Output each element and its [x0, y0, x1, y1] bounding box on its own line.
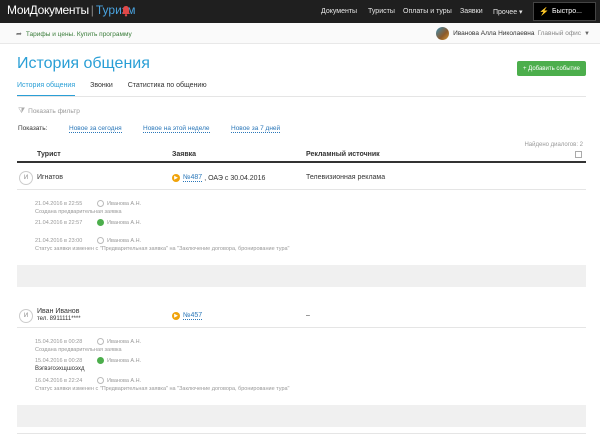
event-text: Статус заявки изменен с "Предварительная… [35, 246, 290, 252]
show-label: Показать: [18, 125, 48, 132]
event-text: Статус заявки изменен с "Предварительная… [35, 386, 290, 392]
top-navbar: МоиДокументы | Туризм Документы Туристы … [0, 0, 600, 23]
row-separator-band [17, 265, 586, 287]
tariff-link[interactable]: ➦ Тарифы и цены. Купить программу [16, 30, 132, 39]
tab-history[interactable]: История общения [17, 82, 76, 97]
user-name: Иванова Алла Николаевна [453, 30, 535, 37]
event-date: 15.04.2016 в 00:28 [35, 339, 83, 345]
tourist-initial-badge: И [19, 171, 33, 185]
tourist-name[interactable]: Иван Иванов [37, 308, 79, 315]
event-date: 21.04.2016 в 22:57 [35, 220, 83, 226]
event-text: Создана предварительная заявка [35, 347, 122, 353]
request-cell: ▶ №457 [172, 312, 203, 320]
user-icon [97, 237, 104, 244]
row-separator-band [17, 405, 586, 427]
page-title: История общения [17, 55, 150, 72]
tab-statistics[interactable]: Статистика по общению [128, 82, 207, 97]
user-office: Главный офис [537, 30, 582, 37]
bell-icon[interactable] [120, 5, 132, 17]
column-request: Заявка [172, 151, 197, 158]
avatar [436, 27, 450, 40]
tourist-name[interactable]: Игнатов [37, 174, 63, 181]
tab-bar: История общения Звонки Статистика по общ… [17, 82, 222, 97]
chevron-down-icon: ▼ [584, 30, 590, 37]
list-header: Турист Заявка Рекламный источник [17, 148, 586, 163]
event-author: Иванова А.Н. [97, 200, 141, 207]
event-text: Вэгвэгоэхщшоэхд [35, 366, 85, 372]
event-text: Создана предварительная заявка [35, 209, 122, 215]
preset-new-this-week[interactable]: Новое на этой неделе [143, 125, 210, 133]
quick-actions-label: Быстро... [551, 8, 582, 15]
user-icon [97, 200, 104, 207]
request-link[interactable]: №487 [183, 174, 203, 182]
ad-source: – [306, 312, 310, 319]
sub-header: ➦ Тарифы и цены. Купить программу Иванов… [0, 23, 600, 44]
event-date: 16.04.2016 в 22:24 [35, 378, 83, 384]
nav-item-payments-tours[interactable]: Оплаты и туры [403, 0, 452, 23]
nav-item-documents[interactable]: Документы [321, 0, 357, 23]
tabs-divider [17, 96, 586, 97]
column-source: Рекламный источник [306, 151, 380, 158]
tourist-initial-badge: И [19, 309, 33, 323]
nav-item-other[interactable]: Прочее ▾ [493, 0, 523, 23]
add-event-button[interactable]: + Добавить событие [517, 61, 586, 76]
table-row[interactable]: И Игнатов ▶ №487 , ОАЭ с 30.04.2016 Теле… [17, 165, 586, 190]
list-bottom-divider [17, 433, 586, 434]
request-details: , ОАЭ с 30.04.2016 [204, 174, 266, 182]
filter-icon: ⧩ [18, 106, 26, 115]
phone-icon [97, 219, 104, 226]
user-icon [97, 338, 104, 345]
event-author: Иванова А.Н. [97, 338, 141, 345]
event-author: Иванова А.Н. [97, 377, 141, 384]
request-status-icon: ▶ [172, 312, 180, 320]
logo-main-text: МоиДокументы [7, 3, 89, 17]
phone-icon [97, 357, 104, 364]
event-date: 21.04.2016 в 22:55 [35, 201, 83, 207]
nav-item-tourists[interactable]: Туристы [368, 0, 395, 23]
user-icon [97, 377, 104, 384]
tab-calls[interactable]: Звонки [90, 82, 113, 97]
event-author: Иванова А.Н. [97, 357, 141, 364]
share-arrow-icon: ➦ [16, 31, 22, 38]
event-author: Иванова А.Н. [97, 219, 141, 226]
nav-item-requests[interactable]: Заявки [460, 0, 483, 23]
show-filter-toggle[interactable]: ⧩ Показать фильтр [18, 106, 80, 116]
quick-actions-button[interactable]: ⚡ Быстро... [533, 2, 596, 21]
request-status-icon: ▶ [172, 174, 180, 182]
show-filter-label: Показать фильтр [28, 107, 80, 115]
user-menu[interactable]: Иванова Алла Николаевна Главный офис ▼ [436, 27, 590, 40]
select-all-checkbox[interactable] [575, 151, 582, 158]
tariff-link-label: Тарифы и цены. Купить программу [25, 30, 132, 38]
request-link[interactable]: №457 [183, 312, 203, 320]
ad-source: Телевизионная реклама [306, 174, 386, 181]
event-date: 15.04.2016 в 00:28 [35, 358, 83, 364]
logo-separator: | [90, 3, 94, 17]
event-author: Иванова А.Н. [97, 237, 141, 244]
table-row[interactable]: И Иван Иванов тел. 8911111**** ▶ №457 – [17, 303, 586, 328]
preset-new-7-days[interactable]: Новое за 7 дней [231, 125, 281, 133]
lightning-icon: ⚡ [539, 7, 549, 16]
app-logo[interactable]: МоиДокументы | Туризм [7, 3, 136, 17]
preset-new-today[interactable]: Новое за сегодня [69, 125, 122, 133]
tourist-phone: тел. 8911111**** [37, 316, 81, 322]
request-cell: ▶ №487 , ОАЭ с 30.04.2016 [172, 174, 265, 182]
column-tourist: Турист [37, 151, 61, 158]
event-date: 21.04.2016 в 23:00 [35, 238, 83, 244]
